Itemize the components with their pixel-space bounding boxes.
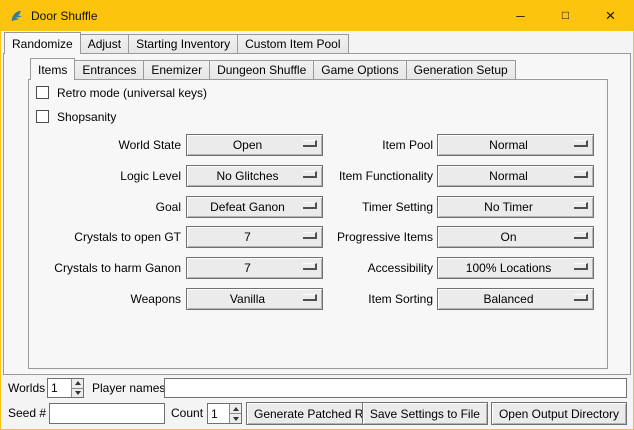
titlebar[interactable]: Door Shuffle ─ □ ×: [1, 1, 633, 31]
goal-label: Goal: [21, 196, 181, 218]
goal-value: Defeat Ganon: [210, 200, 299, 214]
up-arrow-icon: [75, 381, 81, 385]
item-sorting-label: Item Sorting: [291, 288, 433, 310]
app-icon: [9, 9, 24, 24]
logic-level-value: No Glitches: [216, 169, 292, 183]
timer-setting-value: No Timer: [484, 200, 547, 214]
worlds-up-button[interactable]: [72, 379, 83, 388]
accessibility-dropdown[interactable]: 100% Locations: [437, 257, 594, 279]
tab-game-options[interactable]: Game Options: [313, 60, 406, 80]
tab-custom-item-pool[interactable]: Custom Item Pool: [237, 34, 348, 54]
player-names-input[interactable]: [164, 378, 627, 398]
item-functionality-label: Item Functionality: [291, 165, 433, 187]
shopsanity-checkbox[interactable]: [36, 110, 49, 123]
sub-tab-bar: Items Entrances Enemizer Dungeon Shuffle…: [30, 58, 516, 80]
maximize-button[interactable]: □: [543, 1, 588, 31]
bottom-right-buttons: Save Settings to File Open Output Direct…: [362, 402, 627, 425]
crystals-gt-value: 7: [244, 230, 265, 244]
tab-entrances[interactable]: Entrances: [74, 60, 144, 80]
timer-setting-label: Timer Setting: [291, 196, 433, 218]
seed-input[interactable]: [49, 403, 165, 424]
weapons-label: Weapons: [21, 288, 181, 310]
tab-randomize[interactable]: Randomize: [4, 32, 81, 54]
count-label: Count: [171, 403, 203, 424]
dropdown-indicator-icon: [574, 263, 588, 270]
count-spinner: [207, 403, 242, 424]
minimize-button[interactable]: ─: [498, 1, 543, 31]
spinner-arrows: [71, 379, 83, 397]
maximize-icon: □: [562, 9, 569, 21]
worlds-down-button[interactable]: [72, 388, 83, 398]
crystals-ganon-value: 7: [244, 261, 265, 275]
accessibility-value: 100% Locations: [466, 261, 565, 275]
item-sorting-value: Balanced: [483, 292, 547, 306]
tab-adjust[interactable]: Adjust: [80, 34, 129, 54]
progressive-items-value: On: [500, 230, 530, 244]
retro-mode-label[interactable]: Retro mode (universal keys): [57, 83, 207, 103]
dropdown-indicator-icon: [574, 232, 588, 239]
item-pool-label: Item Pool: [291, 134, 433, 156]
logic-level-label: Logic Level: [21, 165, 181, 187]
world-state-label: World State: [21, 134, 181, 156]
count-down-button[interactable]: [230, 413, 241, 423]
crystals-gt-label: Crystals to open GT: [21, 226, 181, 248]
up-arrow-icon: [233, 407, 239, 411]
worlds-input[interactable]: [48, 379, 71, 397]
count-up-button[interactable]: [230, 404, 241, 413]
dropdown-indicator-icon: [574, 140, 588, 147]
shopsanity-label[interactable]: Shopsanity: [57, 107, 116, 127]
progressive-items-dropdown[interactable]: On: [437, 226, 594, 248]
accessibility-label: Accessibility: [291, 257, 433, 279]
main-tab-bar: Randomize Adjust Starting Inventory Cust…: [4, 32, 349, 54]
timer-setting-dropdown[interactable]: No Timer: [437, 196, 594, 218]
weapons-value: Vanilla: [230, 292, 279, 306]
open-output-button[interactable]: Open Output Directory: [491, 402, 627, 425]
item-pool-value: Normal: [489, 138, 542, 152]
close-button[interactable]: ×: [588, 1, 633, 31]
tab-dungeon-shuffle[interactable]: Dungeon Shuffle: [209, 60, 314, 80]
item-functionality-value: Normal: [489, 169, 542, 183]
world-state-value: Open: [233, 138, 276, 152]
item-functionality-dropdown[interactable]: Normal: [437, 165, 594, 187]
tab-enemizer[interactable]: Enemizer: [143, 60, 210, 80]
down-arrow-icon: [75, 391, 81, 395]
item-pool-dropdown[interactable]: Normal: [437, 134, 594, 156]
window-controls: ─ □ ×: [498, 1, 633, 31]
save-settings-button[interactable]: Save Settings to File: [362, 402, 488, 425]
tab-items[interactable]: Items: [30, 58, 75, 80]
minimize-icon: ─: [516, 10, 525, 22]
count-input[interactable]: [208, 404, 229, 423]
retro-mode-checkbox[interactable]: [36, 86, 49, 99]
seed-label: Seed #: [8, 403, 46, 424]
window-title: Door Shuffle: [31, 9, 98, 23]
dropdown-indicator-icon: [574, 171, 588, 178]
dropdown-indicator-icon: [574, 294, 588, 301]
tab-generation-setup[interactable]: Generation Setup: [406, 60, 516, 80]
close-icon: ×: [606, 7, 616, 24]
tab-starting-inventory[interactable]: Starting Inventory: [128, 34, 238, 54]
app-window: Door Shuffle ─ □ × Randomize Adjust Star…: [0, 0, 634, 430]
spinner-arrows: [229, 404, 241, 423]
item-sorting-dropdown[interactable]: Balanced: [437, 288, 594, 310]
worlds-label: Worlds: [8, 378, 45, 398]
progressive-items-label: Progressive Items: [291, 226, 433, 248]
player-names-label: Player names: [92, 378, 165, 398]
dropdown-indicator-icon: [574, 202, 588, 209]
down-arrow-icon: [233, 417, 239, 421]
worlds-spinner: [47, 378, 84, 398]
crystals-ganon-label: Crystals to harm Ganon: [21, 257, 181, 279]
